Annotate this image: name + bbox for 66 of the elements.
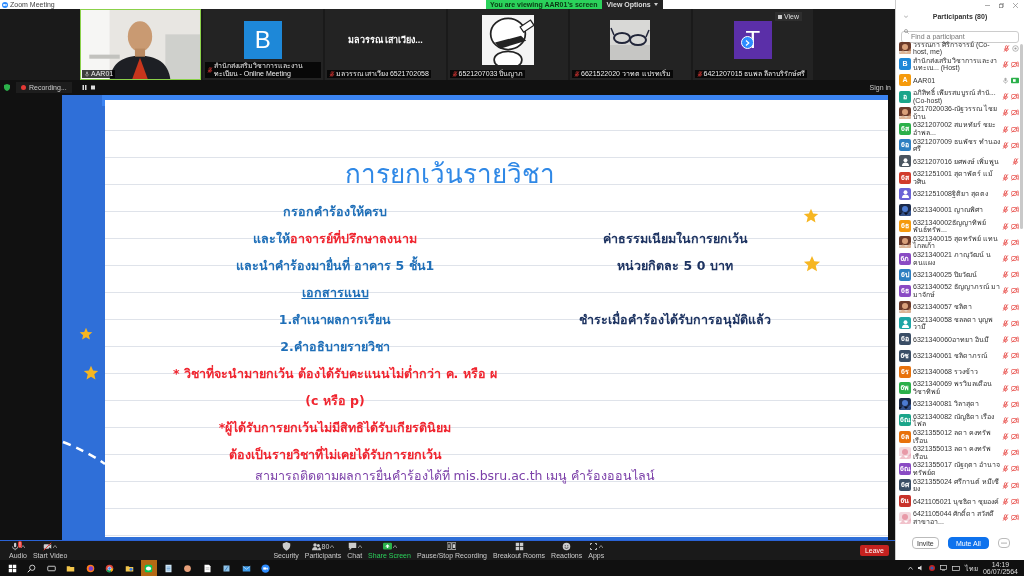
slide-text: กรอกคำร้องให้ครบ xyxy=(282,203,388,221)
globe-icon[interactable] xyxy=(85,563,95,573)
grid-icon xyxy=(778,14,782,19)
windows-logo-icon[interactable] xyxy=(7,563,17,573)
caret-icon[interactable] xyxy=(392,545,397,548)
slide-text: 2.คำอธิบายรายวิชา xyxy=(279,338,391,356)
star-icon xyxy=(79,327,93,341)
mail-icon[interactable] xyxy=(241,563,251,573)
slide-text: ชำระเมื่อคำร้องได้รับการอนุมัติแล้ว xyxy=(578,310,772,330)
caret-icon[interactable] xyxy=(20,545,25,548)
apps-icon xyxy=(589,542,599,551)
slide-text: 1.สำเนาผลการเรียน xyxy=(277,311,393,329)
document-icon[interactable] xyxy=(202,563,212,573)
installer-icon[interactable] xyxy=(222,563,231,573)
close-icon[interactable] xyxy=(1013,2,1018,8)
caret-icon xyxy=(653,3,658,6)
pause-stop-icon xyxy=(447,542,457,551)
microphone-icon xyxy=(10,542,20,551)
slide-text: * วิชาที่จะนำมายกเว้น ต้องได้รับคะแนนไม่ต่ำกว่า ค. หรือ ผ xyxy=(171,364,498,383)
participant-name: มลวรรณ เสาเวียง... xyxy=(347,33,423,47)
star-icon xyxy=(83,365,99,381)
avatar-letter: B xyxy=(243,20,282,59)
slide-text: สามารถติดตามผลการยื่นคำร้องได้ที่ mis.bsru.ac.th เมนู คำร้องออนไลน์ xyxy=(253,466,657,486)
keyboard-icon[interactable] xyxy=(951,565,960,571)
chevron-up-icon[interactable] xyxy=(907,566,913,570)
network-icon[interactable] xyxy=(939,565,947,571)
notepad-icon[interactable] xyxy=(163,563,173,573)
grid-icon xyxy=(514,542,524,551)
slide-text: *ผู้ได้รับการยกเว้นไม่มีสิทธิได้รับเกียรตินิยม xyxy=(217,419,453,438)
slide-text: หน่วยกิตละ 5 0 บาท xyxy=(616,257,734,275)
chat-app-icon[interactable] xyxy=(144,563,153,573)
chrome-icon[interactable] xyxy=(105,563,114,573)
chat-bubble-icon xyxy=(347,542,357,551)
speaker-icon[interactable] xyxy=(917,565,924,571)
pause-icon[interactable] xyxy=(81,85,87,90)
star-icon xyxy=(803,255,821,273)
caret-icon[interactable] xyxy=(330,545,335,548)
search-icon xyxy=(904,28,909,34)
slide-text: และให้อาจารย์ที่ปรึกษาลงนาม xyxy=(252,229,418,248)
caret-icon[interactable] xyxy=(599,545,604,548)
shield-icon xyxy=(281,542,291,551)
folder-icon[interactable] xyxy=(124,563,134,573)
record-dot-icon xyxy=(21,85,26,90)
caret-icon[interactable] xyxy=(53,545,58,548)
slide-text: ค่าธรรมเนียมในการยกเว้น xyxy=(601,230,749,248)
star-icon xyxy=(803,208,819,224)
slide-text: และนำคำร้องมายื่นที่ อาคาร 5 ชั้น1 xyxy=(234,255,436,275)
folder-icon[interactable] xyxy=(66,563,75,573)
restore-icon[interactable] xyxy=(999,2,1004,8)
shield-icon xyxy=(4,84,10,91)
share-screen-icon xyxy=(382,542,392,551)
video-camera-icon[interactable] xyxy=(261,563,270,573)
ball-icon[interactable] xyxy=(183,563,192,573)
stop-icon[interactable] xyxy=(90,85,96,90)
slide-text: เอกสารแนบ xyxy=(300,284,370,302)
slide-text: ต้องเป็นรายวิชาที่ไม่เคยได้รับการยกเว้น xyxy=(227,445,443,464)
search-icon[interactable] xyxy=(27,563,36,573)
tray-app-icon[interactable] xyxy=(928,565,935,571)
slide-text: (c หรือ p) xyxy=(304,392,366,410)
video-off-icon xyxy=(43,542,53,551)
caret-icon[interactable] xyxy=(357,545,362,548)
chevron-right-icon xyxy=(745,39,750,46)
slide-title: การยกเว้นรายวิชา xyxy=(344,160,556,188)
task-view-icon[interactable] xyxy=(46,563,56,573)
scrollbar[interactable] xyxy=(1020,44,1023,229)
people-icon xyxy=(311,542,321,551)
